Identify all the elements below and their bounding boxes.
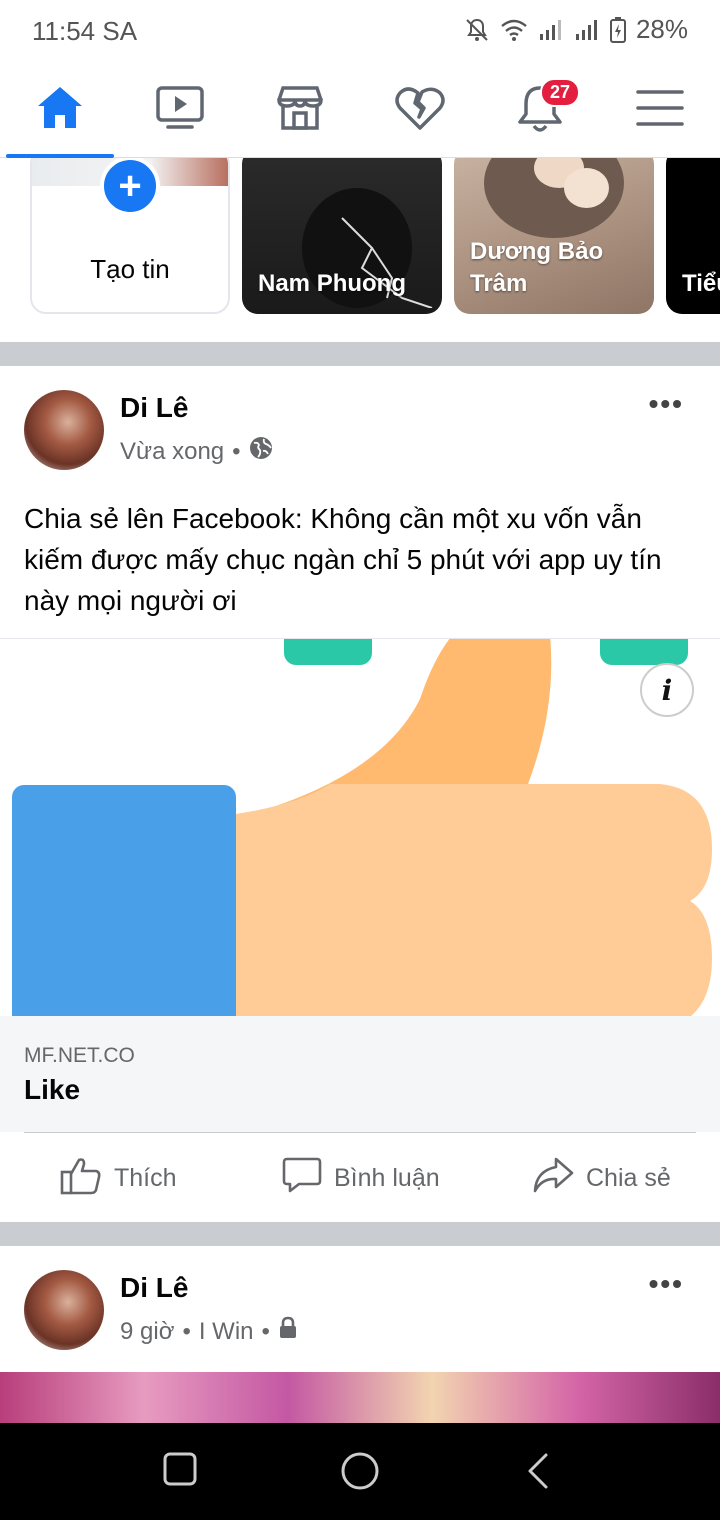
home-icon <box>34 84 86 137</box>
post-image[interactable] <box>0 1372 720 1423</box>
share-button[interactable]: Chia sẻ <box>532 1155 671 1202</box>
story-name-line2: Trâm <box>470 270 528 297</box>
comment-icon <box>282 1155 322 1202</box>
feed-divider <box>0 1222 720 1246</box>
status-icons: 28% <box>464 14 688 45</box>
plus-icon: + <box>100 158 160 216</box>
marketplace-icon <box>274 84 326 137</box>
share-label: Chia sẻ <box>586 1164 671 1192</box>
post-author[interactable]: Di Lê <box>120 392 188 424</box>
system-nav-bar <box>0 1423 720 1520</box>
post-more-button[interactable]: ••• <box>649 1268 684 1300</box>
meta-separator: • <box>232 437 241 465</box>
tab-dating[interactable] <box>360 62 480 158</box>
post-actions: Thích Bình luận Chia sẻ <box>24 1132 696 1222</box>
post-app[interactable]: I Win <box>199 1318 254 1346</box>
home-button[interactable] <box>340 1451 380 1496</box>
post-meta: Vừa xong • <box>120 436 273 467</box>
story-card[interactable]: Dương Bảo Trâm <box>454 158 654 314</box>
comment-label: Bình luận <box>334 1164 440 1192</box>
like-label: Thích <box>114 1164 177 1192</box>
battery-percent: 28% <box>635 14 688 44</box>
signal-icon-2 <box>574 18 600 42</box>
story-card[interactable]: Nam Phuong <box>242 158 442 314</box>
like-button[interactable]: Thích <box>60 1155 177 1202</box>
create-story-label: Tạo tin <box>90 254 170 284</box>
watch-icon <box>154 84 206 137</box>
story-name-line1: Dương Bảo <box>470 238 604 265</box>
info-icon[interactable]: i <box>640 663 694 717</box>
tab-watch[interactable] <box>120 62 240 158</box>
feed-divider <box>0 342 720 366</box>
avatar[interactable] <box>24 1270 104 1350</box>
post-time[interactable]: 9 giờ <box>120 1318 174 1346</box>
thumbs-up-illustration <box>12 639 712 1016</box>
story-photo-detail <box>564 168 609 208</box>
link-title: Like <box>24 1074 81 1105</box>
mute-icon <box>464 17 490 43</box>
post-meta: 9 giờ • I Win • <box>120 1316 298 1347</box>
post-text: Chia sẻ lên Facebook: Không cần một xu v… <box>24 503 662 616</box>
notification-badge: 27 <box>540 78 581 107</box>
top-nav: 27 <box>0 62 720 158</box>
battery-icon <box>609 16 626 43</box>
post-header: Di Lê Vừa xong • ••• <box>0 366 720 470</box>
lock-icon <box>278 1316 298 1347</box>
menu-icon <box>636 88 684 133</box>
share-icon <box>532 1155 574 1202</box>
meta-separator: • <box>182 1317 191 1345</box>
post-link-image[interactable]: i <box>0 638 720 1016</box>
tab-home[interactable] <box>0 62 120 158</box>
meta-separator: • <box>261 1317 270 1345</box>
link-domain: MF.NET.CO <box>24 1044 135 1067</box>
story-name: Dương Bảo Trâm <box>470 236 603 300</box>
status-bar: 11:54 SA 28% <box>0 0 720 62</box>
recents-button[interactable] <box>162 1451 198 1492</box>
post-more-button[interactable]: ••• <box>649 388 684 420</box>
post-header: Di Lê 9 giờ • I Win • ••• <box>0 1246 720 1372</box>
tab-notifications[interactable]: 27 <box>480 62 600 158</box>
story-card[interactable]: Tiểu <box>666 158 720 314</box>
back-button[interactable] <box>524 1451 554 1496</box>
tab-marketplace[interactable] <box>240 62 360 158</box>
story-name: Tiểu <box>682 270 720 297</box>
avatar[interactable] <box>24 390 104 470</box>
back-icon <box>524 1453 554 1495</box>
post-author[interactable]: Di Lê <box>120 1272 188 1304</box>
post-time[interactable]: Vừa xong <box>120 438 224 466</box>
stories-tray: + Tạo tin Nam Phuong Dương Bảo Trâm Tiểu <box>0 158 720 342</box>
home-circle-icon <box>340 1452 380 1495</box>
create-story-card[interactable]: + Tạo tin <box>30 158 230 314</box>
signal-icon-1 <box>538 18 564 42</box>
link-preview[interactable]: MF.NET.CO Like <box>0 1016 720 1132</box>
dating-icon <box>394 84 446 137</box>
tab-menu[interactable] <box>600 62 720 158</box>
recents-icon <box>162 1452 198 1491</box>
story-name: Nam Phuong <box>258 270 406 297</box>
thumbs-up-icon <box>60 1155 102 1202</box>
globe-icon <box>249 436 273 467</box>
comment-button[interactable]: Bình luận <box>282 1155 440 1202</box>
status-time: 11:54 SA <box>32 16 138 46</box>
wifi-icon <box>500 18 528 42</box>
